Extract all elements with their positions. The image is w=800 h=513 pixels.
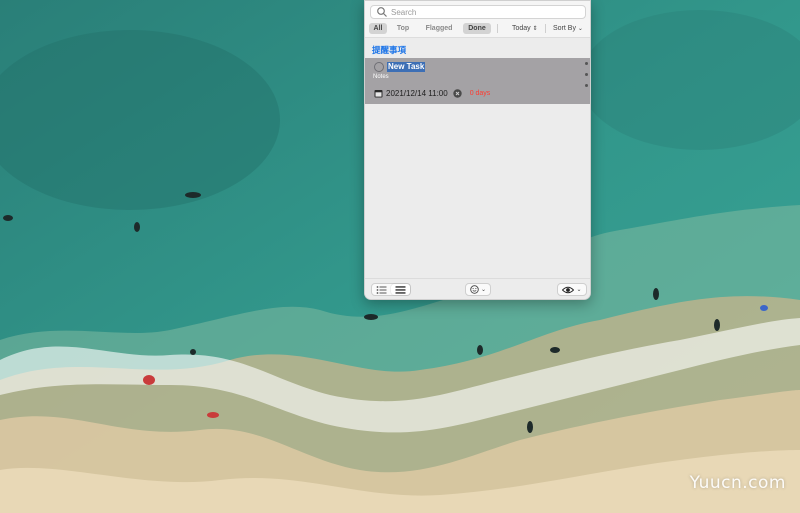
clear-date-icon[interactable] bbox=[452, 88, 462, 98]
compact-view-button[interactable] bbox=[391, 284, 410, 295]
filter-top-tab[interactable]: Top bbox=[394, 23, 412, 34]
overdue-label: 0 days bbox=[469, 89, 491, 97]
due-date-text[interactable]: 2021/12/14 11:00 bbox=[386, 89, 448, 98]
view-mode-segmented-control bbox=[371, 283, 411, 296]
updown-chevron-icon: ⇕ bbox=[532, 26, 538, 32]
emoji-menu-button[interactable]: ⌄ bbox=[465, 283, 491, 296]
list-icon bbox=[376, 285, 386, 294]
eye-icon bbox=[562, 286, 575, 293]
drag-handle-icon[interactable] bbox=[585, 62, 588, 92]
watermark-logo: Yuucn.com bbox=[689, 473, 786, 493]
task-due-date: 2021/12/14 11:00 0 days bbox=[374, 88, 490, 98]
chevron-down-icon: ⌄ bbox=[576, 287, 582, 293]
chevron-down-icon: ⌄ bbox=[480, 287, 487, 293]
toolbar: All Top Flagged Done Today ⇕ Sort By ⌄ bbox=[365, 1, 590, 38]
filter-all-tab[interactable]: All bbox=[369, 23, 387, 34]
visibility-menu-button[interactable]: ⌄ bbox=[557, 283, 587, 296]
filter-done-tab[interactable]: Done bbox=[463, 23, 491, 34]
date-filter-label: Today bbox=[512, 25, 531, 32]
chevron-down-icon: ⌄ bbox=[577, 26, 583, 32]
reminders-popover: All Top Flagged Done Today ⇕ Sort By ⌄ 提… bbox=[364, 0, 591, 300]
lines-icon bbox=[395, 285, 406, 294]
list-title: 提醒事項 bbox=[372, 45, 407, 55]
calendar-icon bbox=[374, 89, 383, 97]
search-field[interactable] bbox=[370, 5, 586, 19]
search-icon bbox=[377, 7, 387, 17]
list-view-button[interactable] bbox=[372, 284, 391, 295]
filter-flagged-tab[interactable]: Flagged bbox=[423, 23, 455, 34]
smile-icon bbox=[470, 285, 479, 294]
task-notes[interactable]: Notes bbox=[373, 74, 389, 80]
bottom-bar: ⌄ ⌄ bbox=[365, 278, 590, 299]
date-filter-dropdown[interactable]: Today ⇕ bbox=[512, 23, 538, 34]
task-checkbox[interactable] bbox=[374, 62, 384, 72]
filter-bar: All Top Flagged Done Today ⇕ Sort By ⌄ bbox=[369, 23, 587, 34]
sort-by-label: Sort By bbox=[553, 25, 576, 32]
sort-by-dropdown[interactable]: Sort By ⌄ bbox=[553, 23, 583, 34]
search-input[interactable] bbox=[391, 6, 585, 18]
task-title[interactable]: New Task bbox=[387, 62, 426, 72]
divider bbox=[545, 24, 546, 33]
divider bbox=[497, 24, 498, 33]
task-row[interactable]: New Task Notes 2021/12/14 11:00 0 days bbox=[365, 58, 590, 104]
